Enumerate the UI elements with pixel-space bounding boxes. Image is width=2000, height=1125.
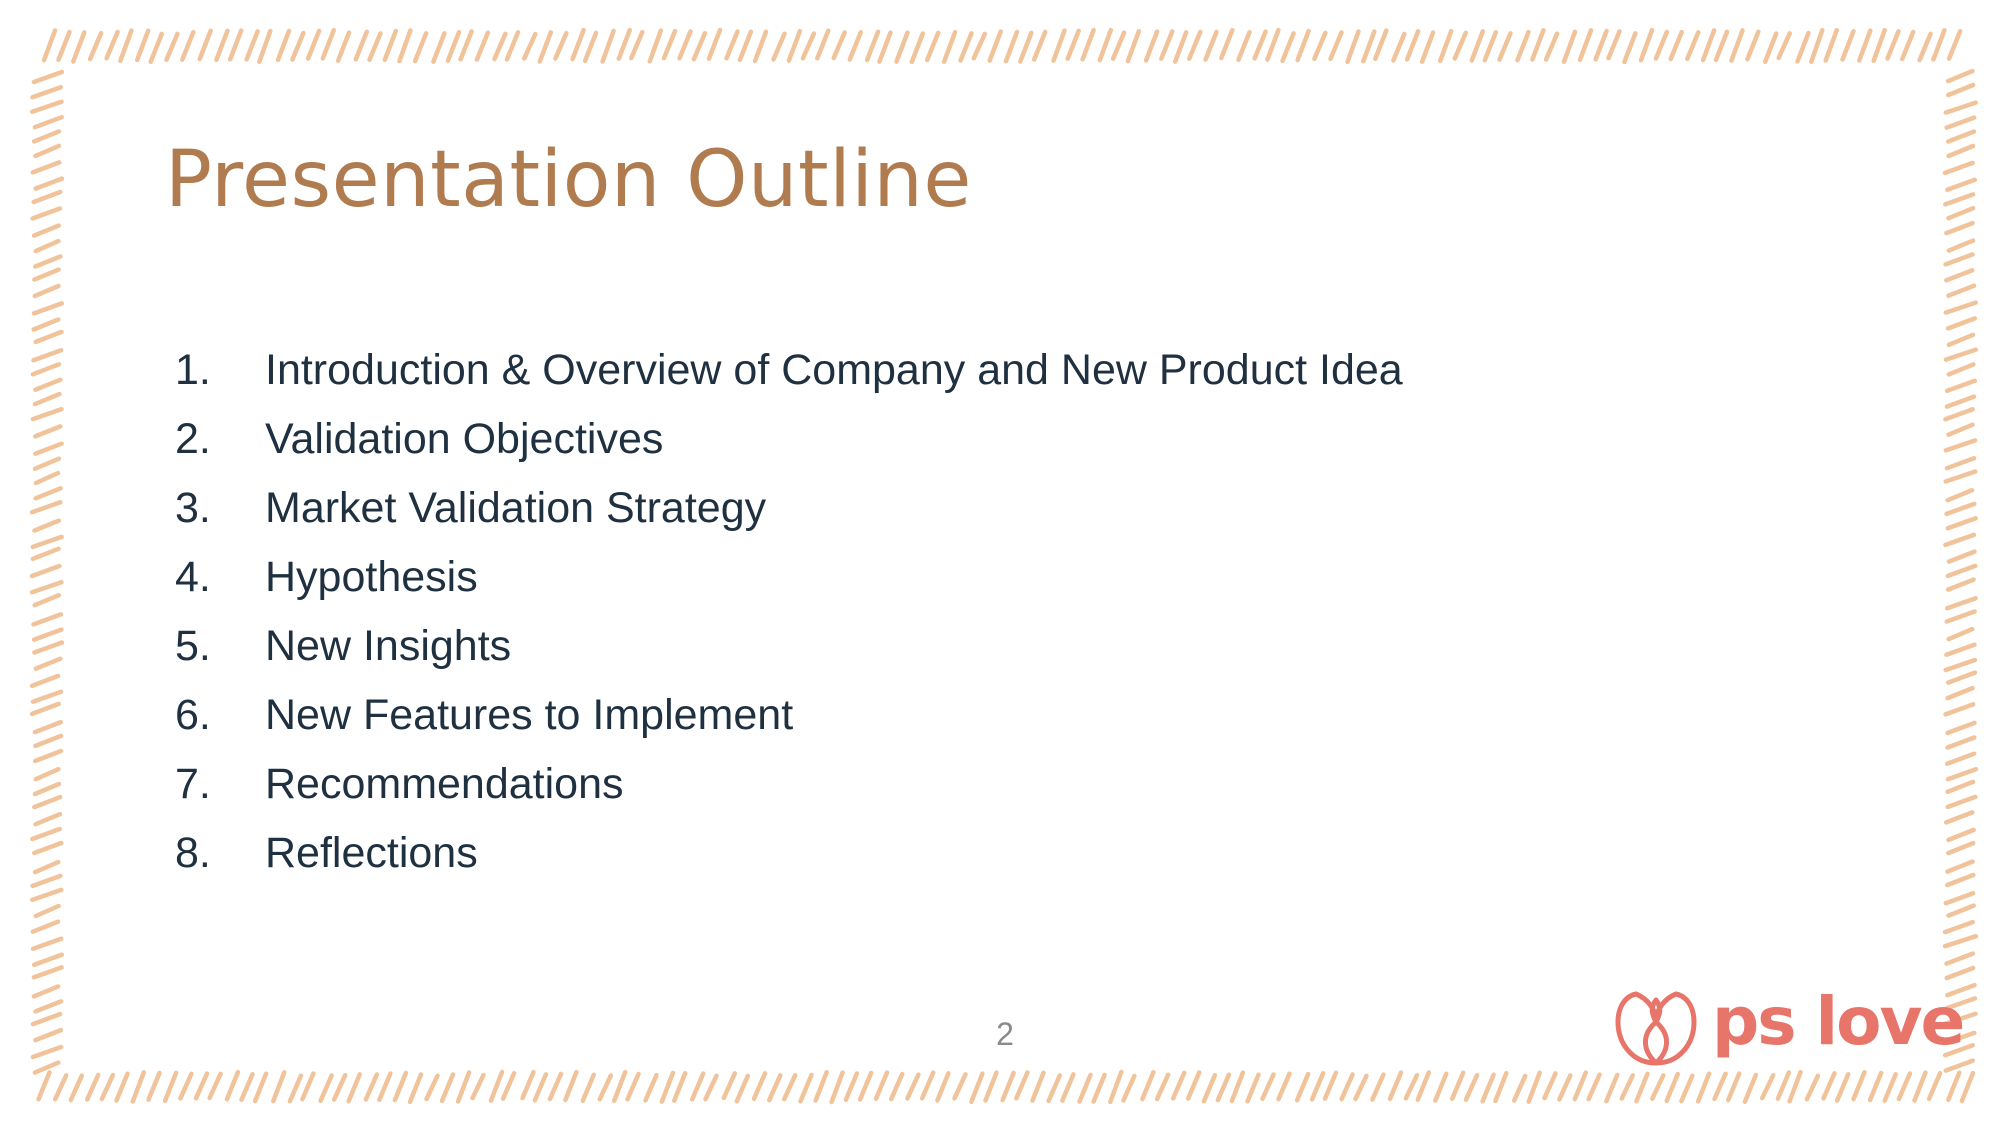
outline-item: 5. New Insights	[175, 612, 1403, 681]
outline-item: 3. Market Validation Strategy	[175, 474, 1403, 543]
outline-item-number: 8.	[175, 829, 211, 877]
outline-list: 1. Introduction & Overview of Company and…	[175, 336, 1403, 888]
outline-item-text: Validation Objectives	[265, 415, 664, 463]
outline-item-text: New Insights	[265, 622, 512, 670]
outline-item-number: 6.	[175, 691, 211, 739]
logo-wordmark: ps love	[1712, 983, 1965, 1060]
outline-item: 2. Validation Objectives	[175, 405, 1403, 474]
outline-item: 1. Introduction & Overview of Company and…	[175, 336, 1403, 405]
outline-item-text: Reflections	[265, 829, 478, 877]
outline-item-number: 5.	[175, 622, 211, 670]
outline-item-text: Introduction & Overview of Company and N…	[265, 346, 1403, 394]
ps-love-logo: ps love	[1612, 983, 1965, 1068]
lotus-logo-icon	[1615, 991, 1697, 1066]
outline-item-number: 1.	[175, 346, 211, 394]
outline-item-text: New Features to Implement	[265, 691, 794, 739]
outline-item-number: 2.	[175, 415, 211, 463]
page-number: 2	[996, 1016, 1014, 1052]
outline-item-text: Hypothesis	[265, 553, 478, 601]
outline-item-text: Market Validation Strategy	[265, 484, 767, 532]
slide-title: Presentation Outline	[165, 135, 972, 225]
outline-item: 6. New Features to Implement	[175, 681, 1403, 750]
outline-item-number: 4.	[175, 553, 211, 601]
outline-item-number: 3.	[175, 484, 211, 532]
outline-item-number: 7.	[175, 760, 211, 808]
outline-item-text: Recommendations	[265, 760, 624, 808]
slide: Presentation Outline 1. Introduction & Ov…	[0, 0, 2000, 1125]
outline-item: 8. Reflections	[175, 819, 1403, 888]
outline-item: 7. Recommendations	[175, 750, 1403, 819]
outline-item: 4. Hypothesis	[175, 543, 1403, 612]
